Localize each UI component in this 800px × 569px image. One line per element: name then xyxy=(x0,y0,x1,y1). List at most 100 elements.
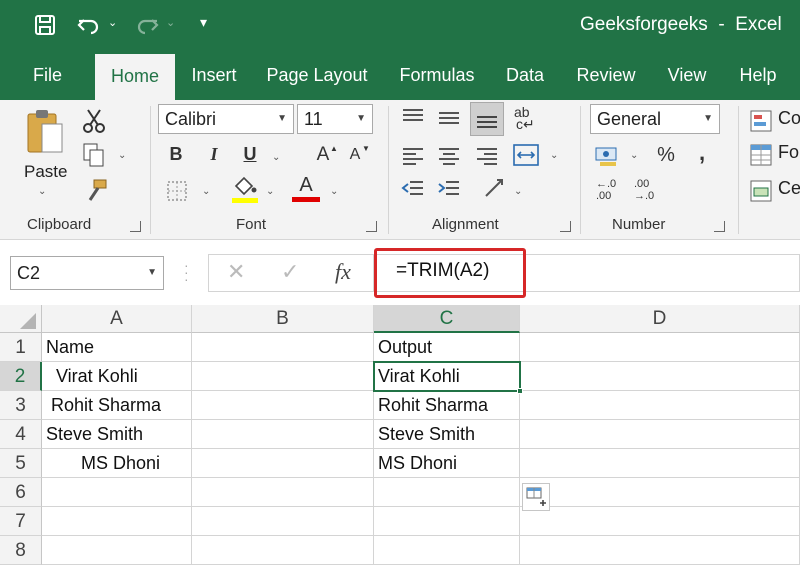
wrap-text-icon[interactable]: ab c↵ xyxy=(514,104,542,134)
conditional-formatting-button[interactable]: Co xyxy=(750,108,800,134)
select-all-corner[interactable] xyxy=(0,305,42,333)
undo-icon[interactable] xyxy=(76,12,102,38)
cell-a6[interactable] xyxy=(42,478,192,507)
cell-c1[interactable]: Output xyxy=(374,333,520,362)
cell-a1[interactable]: Name xyxy=(42,333,192,362)
font-name-select[interactable]: Calibri ▼ xyxy=(158,104,294,134)
orientation-icon[interactable] xyxy=(482,176,508,200)
column-header-d[interactable]: D xyxy=(520,305,800,333)
number-format-select[interactable]: General ▼ xyxy=(590,104,720,134)
merge-dropdown-icon[interactable]: ⌄ xyxy=(550,150,558,161)
fill-color-dropdown-icon[interactable]: ⌄ xyxy=(266,186,274,197)
percent-style-button[interactable]: % xyxy=(654,144,678,167)
tab-formulas[interactable]: Formulas xyxy=(390,50,484,100)
fill-handle[interactable] xyxy=(517,388,523,394)
font-size-select[interactable]: 11 ▼ xyxy=(297,104,373,134)
insert-function-button[interactable]: fx xyxy=(335,259,351,285)
cell-b7[interactable] xyxy=(192,507,374,536)
font-dialog-launcher-icon[interactable] xyxy=(366,221,377,232)
cell-a4[interactable]: Steve Smith xyxy=(42,420,192,449)
number-dialog-launcher-icon[interactable] xyxy=(714,221,725,232)
tab-view[interactable]: View xyxy=(658,50,716,100)
cell-styles-button[interactable]: Ce xyxy=(750,178,800,204)
cell-c5[interactable]: MS Dhoni xyxy=(374,449,520,478)
row-header-3[interactable]: 3 xyxy=(0,391,42,420)
row-header-5[interactable]: 5 xyxy=(0,449,42,478)
tab-data[interactable]: Data xyxy=(498,50,552,100)
accounting-format-icon[interactable] xyxy=(594,144,620,168)
underline-dropdown-icon[interactable]: ⌄ xyxy=(272,152,280,163)
align-top-icon[interactable] xyxy=(400,106,426,128)
cell-b6[interactable] xyxy=(192,478,374,507)
tab-file[interactable]: File xyxy=(20,50,75,100)
cell-d8[interactable] xyxy=(520,536,800,565)
tab-review[interactable]: Review xyxy=(570,50,642,100)
decrease-indent-icon[interactable] xyxy=(400,178,426,200)
underline-button[interactable]: U xyxy=(240,144,260,165)
cell-d2[interactable] xyxy=(520,362,800,391)
row-header-4[interactable]: 4 xyxy=(0,420,42,449)
format-as-table-button[interactable]: Fo xyxy=(750,142,800,168)
cell-d3[interactable] xyxy=(520,391,800,420)
cell-d1[interactable] xyxy=(520,333,800,362)
cell-d6[interactable] xyxy=(520,478,800,507)
copy-icon[interactable] xyxy=(82,142,106,168)
cell-a5[interactable]: MS Dhoni xyxy=(42,449,192,478)
cell-b4[interactable] xyxy=(192,420,374,449)
increase-decimal-button[interactable]: ←.0 .00 xyxy=(596,178,622,204)
alignment-dialog-launcher-icon[interactable] xyxy=(560,221,571,232)
name-box[interactable]: C2 ▼ xyxy=(10,256,164,290)
cut-icon[interactable] xyxy=(82,108,106,134)
cell-a7[interactable] xyxy=(42,507,192,536)
tab-page-layout[interactable]: Page Layout xyxy=(262,50,372,100)
clipboard-dialog-launcher-icon[interactable] xyxy=(130,221,141,232)
column-header-c[interactable]: C xyxy=(374,305,520,333)
cell-c6[interactable] xyxy=(374,478,520,507)
cell-c4[interactable]: Steve Smith xyxy=(374,420,520,449)
cell-d5[interactable] xyxy=(520,449,800,478)
italic-button[interactable]: I xyxy=(204,144,224,165)
cell-a8[interactable] xyxy=(42,536,192,565)
fill-color-icon[interactable] xyxy=(232,176,258,204)
bold-button[interactable]: B xyxy=(166,144,186,165)
tab-home[interactable]: Home xyxy=(95,54,175,100)
comma-style-button[interactable]: , xyxy=(694,140,710,166)
cell-c3[interactable]: Rohit Sharma xyxy=(374,391,520,420)
row-header-8[interactable]: 8 xyxy=(0,536,42,565)
customize-quick-access-icon[interactable]: ▾ xyxy=(200,14,207,31)
row-header-6[interactable]: 6 xyxy=(0,478,42,507)
cell-b1[interactable] xyxy=(192,333,374,362)
font-color-button[interactable]: A xyxy=(292,174,320,204)
decrease-decimal-button[interactable]: .00 →.0 xyxy=(634,178,660,204)
enter-button[interactable]: ✓ xyxy=(281,259,299,285)
copy-dropdown-icon[interactable]: ⌄ xyxy=(118,150,126,161)
align-middle-icon[interactable] xyxy=(436,106,462,128)
tab-help[interactable]: Help xyxy=(732,50,784,100)
row-header-1[interactable]: 1 xyxy=(0,333,42,362)
orientation-dropdown-icon[interactable]: ⌄ xyxy=(514,186,522,197)
cell-c8[interactable] xyxy=(374,536,520,565)
column-header-b[interactable]: B xyxy=(192,305,374,333)
format-painter-icon[interactable] xyxy=(84,178,108,202)
accounting-dropdown-icon[interactable]: ⌄ xyxy=(630,150,638,161)
paste-button[interactable]: Paste ⌄ xyxy=(20,106,70,204)
cell-c7[interactable] xyxy=(374,507,520,536)
cell-a2[interactable]: Virat Kohli xyxy=(42,362,192,391)
row-header-2[interactable]: 2 xyxy=(0,362,42,391)
quick-analysis-button[interactable] xyxy=(522,483,550,511)
borders-icon[interactable] xyxy=(166,180,188,202)
increase-indent-icon[interactable] xyxy=(436,178,462,200)
row-header-7[interactable]: 7 xyxy=(0,507,42,536)
font-color-dropdown-icon[interactable]: ⌄ xyxy=(330,186,338,197)
align-right-icon[interactable] xyxy=(474,144,500,166)
cell-b5[interactable] xyxy=(192,449,374,478)
drag-handle-icon[interactable]: · · · xyxy=(184,258,189,286)
align-left-icon[interactable] xyxy=(400,144,426,166)
align-bottom-button[interactable] xyxy=(470,102,504,136)
align-center-icon[interactable] xyxy=(436,144,462,166)
undo-dropdown-icon[interactable]: ⌄ xyxy=(108,16,117,29)
cell-b8[interactable] xyxy=(192,536,374,565)
formula-input[interactable]: =TRIM(A2) xyxy=(396,260,489,282)
cell-b2[interactable] xyxy=(192,362,374,391)
borders-dropdown-icon[interactable]: ⌄ xyxy=(202,186,210,197)
